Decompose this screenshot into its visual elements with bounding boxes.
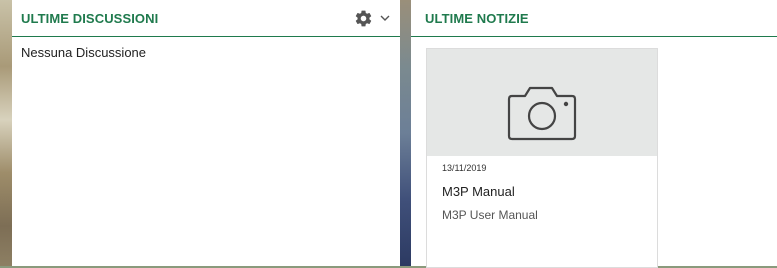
news-date: 13/11/2019 (442, 163, 487, 173)
gear-icon[interactable] (354, 9, 373, 28)
news-panel-header: ULTIME NOTIZIE (411, 0, 777, 37)
background-strip-middle (400, 0, 411, 266)
news-panel: ULTIME NOTIZIE 13/11/2019 M3P Manual M3P… (411, 0, 777, 268)
news-card[interactable]: 13/11/2019 M3P Manual M3P User Manual (426, 48, 658, 268)
discussions-panel-title: ULTIME DISCUSSIONI (21, 10, 159, 26)
news-subtitle: M3P User Manual (442, 208, 538, 222)
discussions-panel: ULTIME DISCUSSIONI Nessuna Discussione (12, 0, 400, 266)
camera-icon (507, 86, 577, 140)
panel-settings-menu[interactable] (354, 9, 390, 28)
background-strip-left (0, 0, 12, 266)
news-card-image (427, 49, 657, 156)
news-panel-title: ULTIME NOTIZIE (425, 10, 529, 26)
discussions-panel-header: ULTIME DISCUSSIONI (12, 0, 400, 37)
news-title[interactable]: M3P Manual (442, 184, 642, 199)
chevron-down-icon[interactable] (380, 13, 390, 23)
empty-discussions-message: Nessuna Discussione (21, 45, 147, 60)
